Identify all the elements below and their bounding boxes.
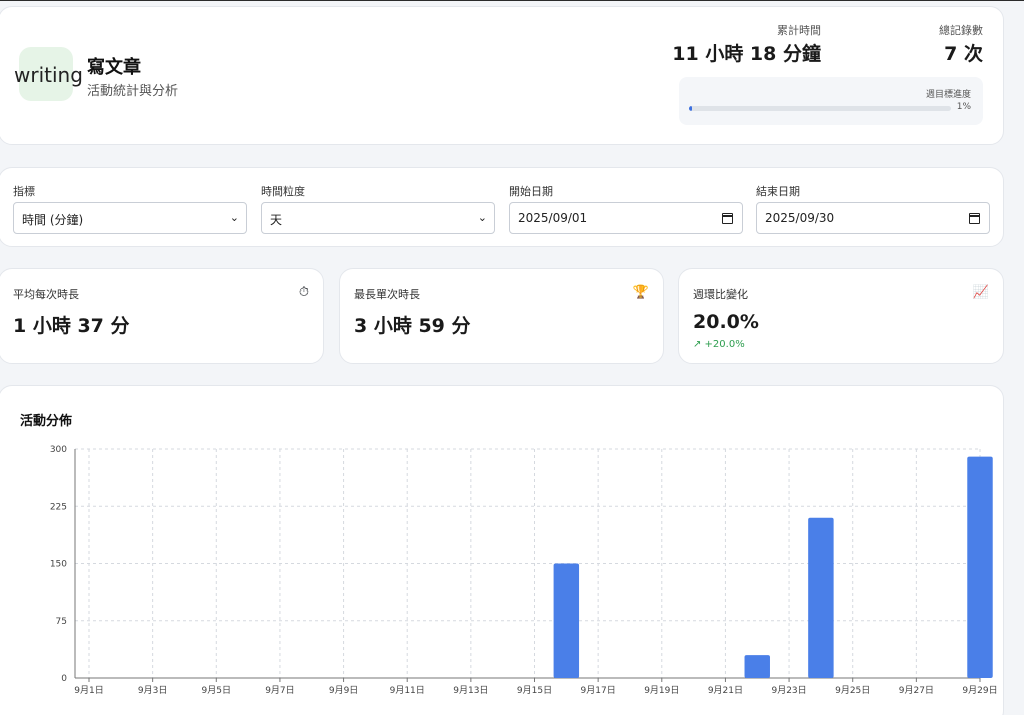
y-tick-label: 0 bbox=[61, 674, 67, 684]
y-tick-label: 225 bbox=[50, 502, 67, 512]
avg-duration-card: 平均每次時長 ⏱ 1 小時 37 分 bbox=[0, 268, 324, 364]
activity-title: 寫文章 bbox=[87, 57, 141, 78]
chart-increasing-icon: 📈 bbox=[972, 285, 989, 300]
metric-label: 指標 bbox=[13, 185, 35, 198]
x-tick-label: 9月11日 bbox=[390, 685, 425, 696]
start-date-input[interactable]: 2025/09/01 bbox=[509, 202, 743, 234]
x-tick-label: 9月15日 bbox=[517, 685, 552, 696]
total-time-value: 11 小時 18 分鐘 bbox=[672, 43, 821, 65]
week-over-week-label: 週環比變化 bbox=[693, 288, 748, 301]
x-tick-label: 9月1日 bbox=[74, 685, 103, 696]
x-tick-label: 9月27日 bbox=[899, 685, 934, 696]
x-tick-label: 9月17日 bbox=[581, 685, 616, 696]
end-date-value: 2025/09/30 bbox=[765, 211, 835, 225]
total-time-label: 累計時間 bbox=[777, 24, 821, 37]
x-tick-label: 9月19日 bbox=[644, 685, 679, 696]
x-tick-label: 9月25日 bbox=[835, 685, 870, 696]
weekly-goal-progress-bar bbox=[689, 106, 951, 111]
records-value: 7 次 bbox=[944, 43, 983, 65]
bar bbox=[553, 563, 580, 678]
granularity-label: 時間粒度 bbox=[261, 185, 305, 198]
activity-subtitle: 活動統計與分析 bbox=[87, 84, 179, 99]
longest-duration-card: 最長單次時長 🏆 3 小時 59 分 bbox=[339, 268, 664, 364]
chevron-down-icon: ⌄ bbox=[229, 211, 239, 224]
longest-duration-value: 3 小時 59 分 bbox=[354, 315, 471, 337]
trophy-icon: 🏆 bbox=[632, 285, 649, 300]
filters-card: 指標 時間 (分鐘) ⌄ 時間粒度 天 ⌄ 開始日期 2025/09/01 結束… bbox=[0, 167, 1004, 247]
x-tick-label: 9月7日 bbox=[265, 685, 294, 696]
metric-select[interactable]: 時間 (分鐘) ⌄ bbox=[13, 202, 247, 234]
bar bbox=[808, 517, 834, 678]
x-tick-label: 9月21日 bbox=[708, 685, 743, 696]
week-over-week-card: 週環比變化 📈 20.0% ↗ +20.0% bbox=[678, 268, 1004, 364]
activity-logo-text: writing bbox=[14, 63, 83, 87]
activity-header-card: writing 寫文章 活動統計與分析 累計時間 11 小時 18 分鐘 總記錄… bbox=[0, 6, 1004, 145]
stopwatch-icon: ⏱ bbox=[298, 285, 309, 300]
bar bbox=[744, 655, 770, 678]
records-label: 總記錄數 bbox=[939, 24, 983, 37]
activity-distribution-card: 活動分佈 0 75 150 225 300 9月1日 9月3日 9月5日 9月7日 9月9日 9月1… bbox=[0, 385, 1004, 715]
avg-duration-label: 平均每次時長 bbox=[13, 288, 79, 301]
bar bbox=[967, 456, 993, 678]
window-top-border bbox=[0, 0, 1024, 1]
longest-duration-label: 最長單次時長 bbox=[354, 288, 420, 301]
weekly-goal-label: 週目標進度 bbox=[925, 90, 971, 100]
weekly-goal-progress-fill bbox=[689, 106, 692, 111]
calendar-icon[interactable] bbox=[969, 213, 980, 224]
granularity-select[interactable]: 天 ⌄ bbox=[261, 202, 495, 234]
activity-bar-chart: 0 75 150 225 300 9月1日 9月3日 9月5日 9月7日 9月9日 9月11日 9月1… bbox=[50, 445, 998, 696]
weekly-goal-percent: 1% bbox=[956, 102, 971, 112]
weekly-goal-panel: 週目標進度 1% bbox=[679, 77, 983, 125]
start-date-label: 開始日期 bbox=[509, 185, 553, 198]
y-tick-label: 75 bbox=[56, 617, 67, 627]
x-tick-label: 9月29日 bbox=[962, 685, 997, 696]
chevron-down-icon: ⌄ bbox=[477, 211, 487, 224]
end-date-label: 結束日期 bbox=[756, 185, 800, 198]
x-tick-label: 9月23日 bbox=[771, 685, 806, 696]
y-tick-label: 300 bbox=[50, 445, 67, 455]
y-tick-label: 150 bbox=[50, 560, 67, 570]
end-date-input[interactable]: 2025/09/30 bbox=[756, 202, 990, 234]
calendar-icon[interactable] bbox=[722, 213, 733, 224]
avg-duration-value: 1 小時 37 分 bbox=[13, 315, 130, 337]
start-date-value: 2025/09/01 bbox=[518, 211, 588, 225]
x-tick-label: 9月9日 bbox=[329, 685, 358, 696]
x-tick-label: 9月13日 bbox=[453, 685, 488, 696]
x-tick-label: 9月3日 bbox=[138, 685, 167, 696]
granularity-select-value: 天 bbox=[270, 213, 283, 227]
week-over-week-change: ↗ +20.0% bbox=[693, 339, 745, 350]
metric-select-value: 時間 (分鐘) bbox=[22, 213, 84, 227]
week-over-week-value: 20.0% bbox=[693, 311, 759, 333]
x-tick-label: 9月5日 bbox=[202, 685, 231, 696]
